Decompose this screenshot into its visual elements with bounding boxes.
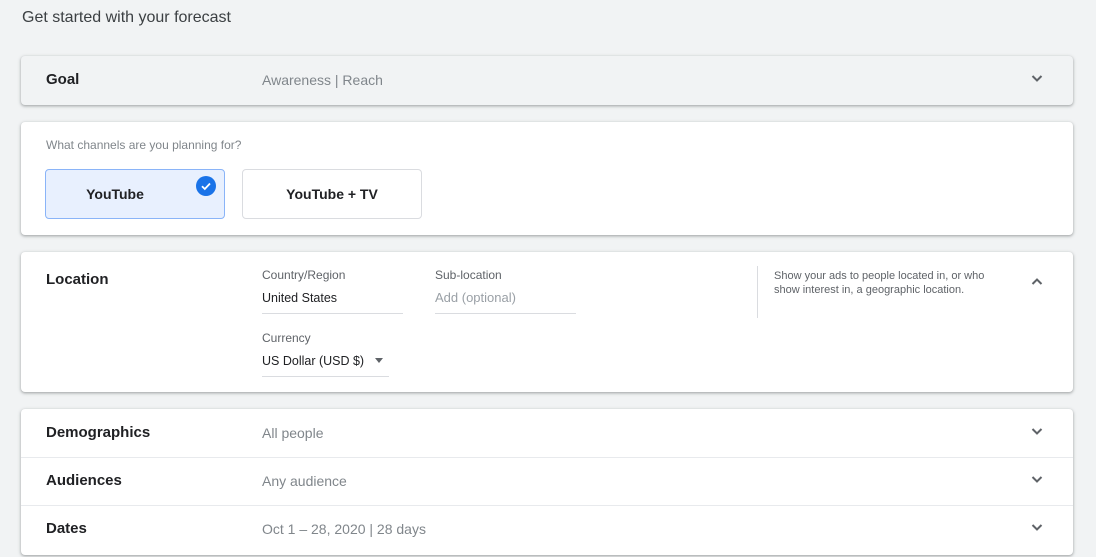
currency-select[interactable]: US Dollar (USD $) [262, 352, 389, 376]
chevron-down-icon[interactable] [1029, 70, 1045, 86]
country-label: Country/Region [262, 268, 346, 282]
channel-option-label: YouTube + TV [286, 186, 378, 202]
dates-summary: Oct 1 – 28, 2020 | 28 days [262, 521, 426, 537]
channel-option-youtube[interactable]: YouTube [45, 169, 225, 219]
dates-row[interactable]: Dates Oct 1 – 28, 2020 | 28 days [21, 505, 1073, 553]
country-field[interactable]: United States [262, 291, 337, 305]
dates-title: Dates [46, 520, 87, 537]
channels-question: What channels are you planning for? [46, 138, 242, 152]
currency-label: Currency [262, 331, 311, 345]
chevron-down-icon[interactable] [1029, 423, 1045, 439]
check-circle-icon [196, 176, 216, 196]
sublocation-label: Sub-location [435, 268, 502, 282]
sublocation-input[interactable]: Add (optional) [435, 290, 516, 305]
channel-option-youtube-tv[interactable]: YouTube + TV [242, 169, 422, 219]
audiences-title: Audiences [46, 472, 122, 489]
targeting-panel: Demographics All people Audiences Any au… [21, 409, 1073, 555]
currency-value: US Dollar (USD $) [262, 354, 365, 368]
goal-panel[interactable]: Goal Awareness | Reach [21, 56, 1073, 105]
demographics-title: Demographics [46, 424, 151, 441]
location-title: Location [46, 271, 109, 288]
location-panel: Location Country/Region United States Su… [21, 252, 1073, 392]
dropdown-arrow-icon [375, 358, 383, 363]
channel-option-label: YouTube [86, 186, 144, 202]
chevron-up-icon[interactable] [1029, 274, 1045, 290]
audiences-row[interactable]: Audiences Any audience [21, 457, 1073, 505]
chevron-down-icon[interactable] [1029, 519, 1045, 535]
location-help-text: Show your ads to people located in, or w… [774, 270, 985, 296]
demographics-summary: All people [262, 425, 324, 441]
channels-panel: What channels are you planning for? YouT… [21, 122, 1073, 235]
goal-title: Goal [46, 71, 80, 88]
chevron-down-icon[interactable] [1029, 471, 1045, 487]
divider [757, 266, 758, 318]
demographics-row[interactable]: Demographics All people [21, 409, 1073, 457]
page-title: Get started with your forecast [22, 9, 231, 26]
country-underline [262, 313, 403, 314]
sublocation-underline [435, 313, 576, 314]
audiences-summary: Any audience [262, 473, 347, 489]
currency-underline [262, 376, 389, 377]
goal-summary: Awareness | Reach [262, 72, 383, 88]
